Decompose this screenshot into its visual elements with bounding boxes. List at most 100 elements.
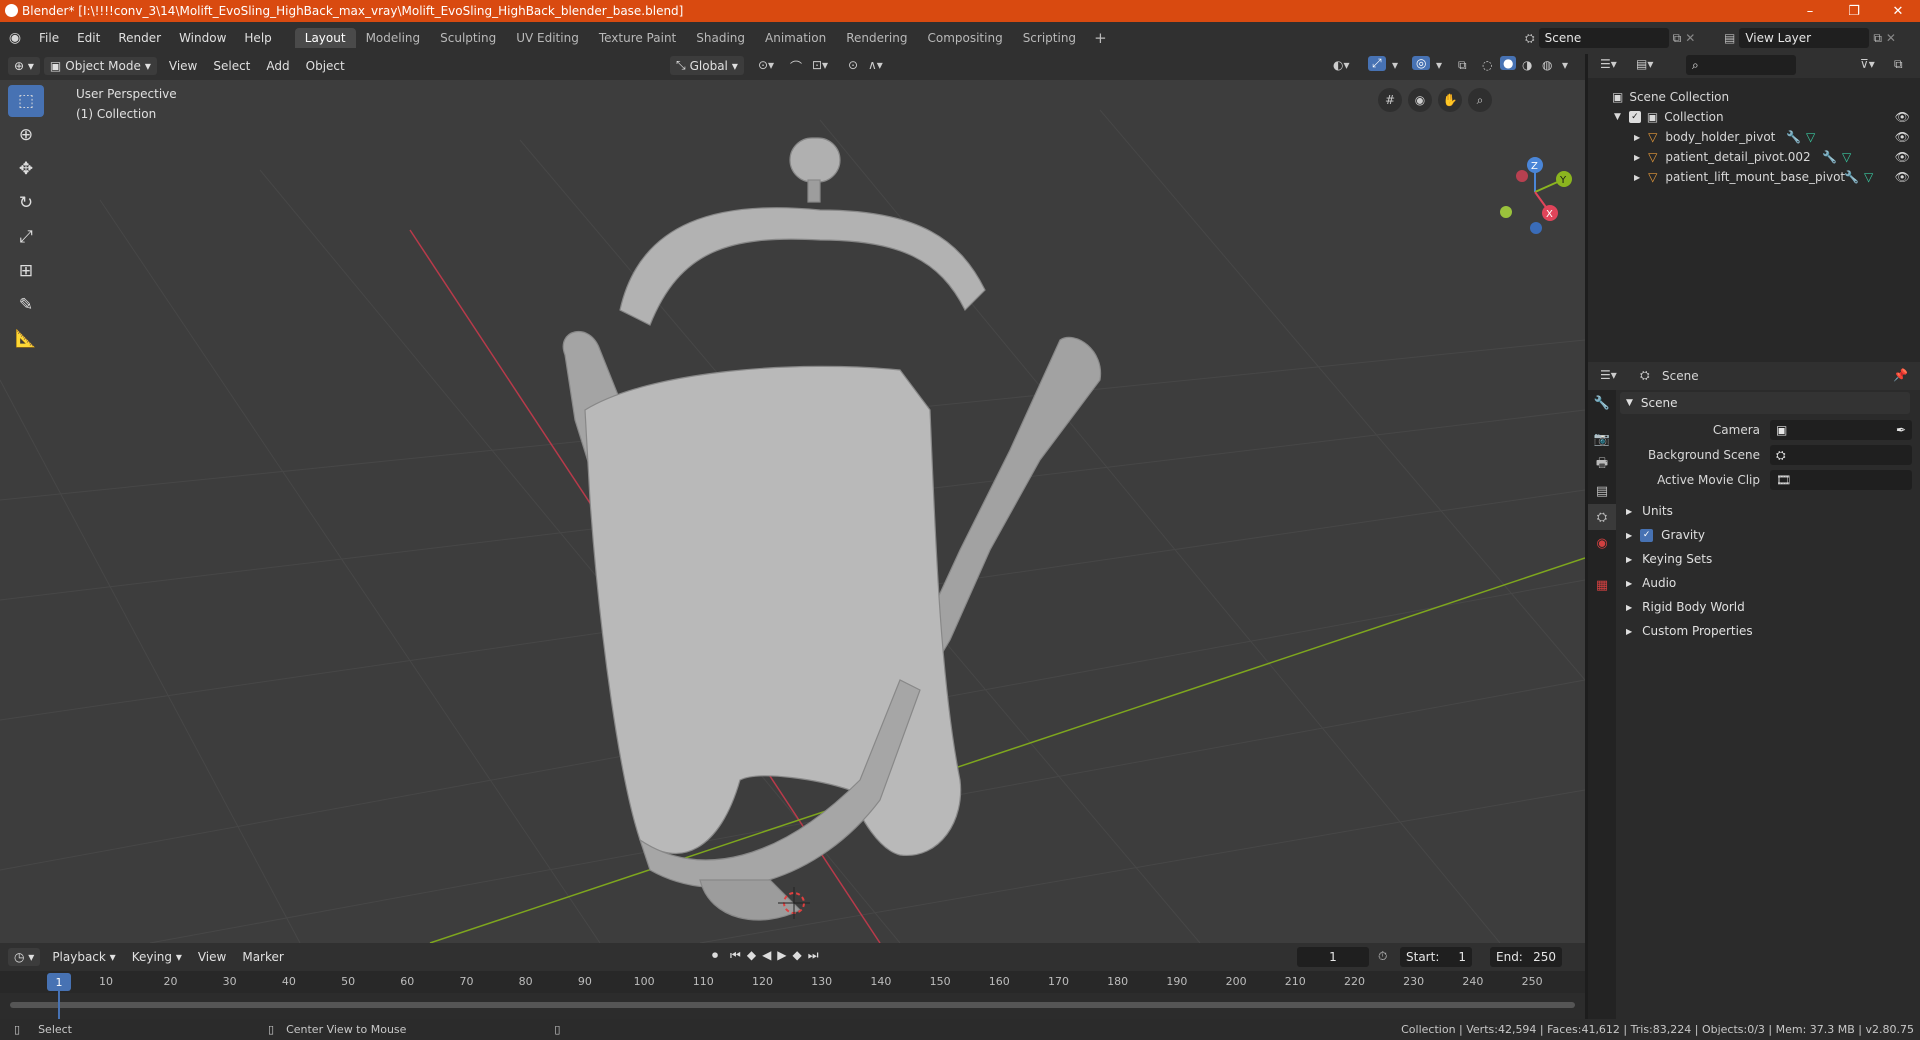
outliner-collection[interactable]: ▼ ✓ ▣ Collection 👁 [1588,107,1920,127]
tab-shading[interactable]: Shading [686,28,755,48]
timeline-editor-type-icon[interactable]: ◷ ▾ [8,948,41,966]
modifier-wrench-icon[interactable]: 🔧 [1844,170,1859,184]
pan-hand-icon[interactable]: ✋ [1438,88,1462,112]
gravity-checkbox[interactable]: ✓ [1640,528,1654,542]
units-panel[interactable]: ▶ Units [1620,500,1910,522]
gizmo-toggle-icon[interactable]: ⤢ [1368,56,1386,71]
orientation-dropdown[interactable]: ⤡ Global ▾ [670,56,744,75]
rendered-shading-icon[interactable]: ◍ [1542,58,1552,72]
new-collection-icon[interactable]: ⧉ [1894,57,1903,72]
eyedropper-icon[interactable]: ✒ [1896,423,1906,437]
view-layer-selector[interactable]: View Layer [1739,28,1870,48]
keying-sets-panel[interactable]: ▶ Keying Sets [1620,548,1910,570]
timeline-track[interactable] [0,993,1585,1019]
jump-end-icon[interactable]: ⏭ [808,948,819,963]
modifier-wrench-icon[interactable]: 🔧 [1822,150,1837,164]
camera-view-icon[interactable]: ◉ [1408,88,1432,112]
menu-add[interactable]: Add [258,59,297,73]
new-scene-icon[interactable]: ⧉ [1673,31,1682,46]
menu-select[interactable]: Select [205,59,258,73]
outliner-scene-collection[interactable]: ▣ Scene Collection [1588,87,1920,107]
tab-compositing[interactable]: Compositing [917,28,1012,48]
navigation-gizmo[interactable]: Z Y X [1500,157,1572,234]
snap-target-icon[interactable]: ⊡▾ [812,58,828,72]
gravity-panel[interactable]: ▶ ✓ Gravity [1620,524,1910,546]
prev-keyframe-icon[interactable]: ◆ [747,948,756,963]
collapse-arrow-icon[interactable]: ▼ [1614,112,1621,122]
visibility-eye-icon[interactable]: 👁 [1895,150,1910,164]
panel-expand-icon[interactable]: ▶ [1626,555,1632,564]
gizmo-dropdown-icon[interactable]: ▾ [1392,58,1398,72]
menu-object[interactable]: Object [298,59,353,73]
shading-dropdown-icon[interactable]: ▾ [1562,58,1568,72]
add-workspace-icon[interactable]: + [1086,29,1115,47]
outliner-search-input[interactable]: ⌕ [1686,55,1796,75]
panel-collapse-icon[interactable]: ▼ [1626,398,1633,408]
overlay-dropdown-icon[interactable]: ▾ [1436,58,1442,72]
tab-modeling[interactable]: Modeling [356,28,431,48]
play-reverse-icon[interactable]: ◀ [762,948,771,963]
tab-layout[interactable]: Layout [294,28,356,48]
current-frame-field[interactable]: 1 [1297,947,1369,967]
visibility-icon[interactable]: ◐▾ [1333,58,1350,72]
display-mode-icon[interactable]: ▤▾ [1636,57,1653,71]
menu-file[interactable]: File [30,31,68,45]
minimize-button[interactable]: – [1788,0,1832,22]
tab-rendering[interactable]: Rendering [836,28,917,48]
viewport-canvas[interactable]: Z Y X [0,80,1585,943]
outliner-item[interactable]: ▶ ▽ body_holder_pivot 🔧 ▽ 👁 [1588,127,1920,147]
pivot-icon[interactable]: ⊙▾ [758,58,774,72]
delete-view-layer-icon[interactable]: ✕ [1886,31,1896,45]
visibility-eye-icon[interactable]: 👁 [1895,130,1910,144]
transform-tool-icon[interactable]: ⊞ [8,255,44,287]
playhead[interactable]: 1 [47,973,71,991]
menu-marker[interactable]: Marker [234,950,291,964]
close-button[interactable]: ✕ [1876,0,1920,22]
tab-uv-editing[interactable]: UV Editing [506,28,589,48]
menu-view[interactable]: View [161,59,205,73]
panel-expand-icon[interactable]: ▶ [1626,507,1632,516]
sling-model[interactable] [562,137,1102,921]
xray-icon[interactable]: ⧉ [1458,58,1467,73]
next-keyframe-icon[interactable]: ◆ [793,948,802,963]
end-frame-field[interactable]: End: 250 [1490,947,1562,967]
audio-panel[interactable]: ▶ Audio [1620,572,1910,594]
rotate-tool-icon[interactable]: ↻ [8,187,44,219]
select-box-tool-icon[interactable]: ⬚ [8,85,44,117]
scene-selector[interactable]: Scene [1538,28,1669,48]
rigid-body-world-panel[interactable]: ▶ Rigid Body World [1620,596,1910,618]
menu-keying[interactable]: Keying ▾ [124,950,190,964]
visibility-eye-icon[interactable]: 👁 [1895,170,1910,184]
overlay-toggle-icon[interactable]: ◎ [1412,56,1431,70]
view-layer-icon[interactable]: ▤ [1724,31,1735,45]
camera-field[interactable]: ▣ ✒ [1770,420,1912,440]
world-tab-icon[interactable]: ◉ [1588,530,1616,556]
editor-type-button[interactable]: ⊕ ▾ [8,57,40,75]
mesh-data-icon[interactable]: ▽ [1864,170,1873,184]
start-frame-field[interactable]: Start: 1 [1400,947,1472,967]
annotate-tool-icon[interactable]: ✎ [8,289,44,321]
proportional-edit-icon[interactable]: ⊙ [848,58,858,72]
menu-timeline-view[interactable]: View [190,950,234,964]
new-view-layer-icon[interactable]: ⧉ [1873,31,1882,46]
tab-sculpting[interactable]: Sculpting [430,28,506,48]
panel-expand-icon[interactable]: ▶ [1626,579,1632,588]
jump-start-icon[interactable]: ⏮ [730,948,741,963]
delete-scene-icon[interactable]: ✕ [1685,31,1695,45]
panel-expand-icon[interactable]: ▶ [1626,627,1632,636]
outliner-editor-type-icon[interactable]: ☰▾ [1600,57,1617,71]
mode-dropdown[interactable]: ▣ Object Mode ▾ [43,57,157,75]
scale-tool-icon[interactable]: ⤢ [8,221,44,253]
scene-icon[interactable]: ⛭ [1525,31,1535,46]
mesh-data-icon[interactable]: ▽ [1842,150,1851,164]
scene-panel-header[interactable]: ▼ Scene [1620,392,1910,414]
render-tab-icon[interactable]: 📷 [1588,426,1616,452]
filter-icon[interactable]: ⊽▾ [1860,57,1875,71]
background-scene-field[interactable]: ⛭ [1770,445,1912,465]
tool-tab-icon[interactable]: 🔧 [1588,390,1616,416]
visibility-eye-icon[interactable]: 👁 [1895,110,1910,124]
menu-window[interactable]: Window [170,31,235,45]
output-tab-icon[interactable]: 🖶 [1588,452,1616,478]
tab-texture-paint[interactable]: Texture Paint [589,28,686,48]
menu-playback[interactable]: Playback ▾ [44,950,123,964]
